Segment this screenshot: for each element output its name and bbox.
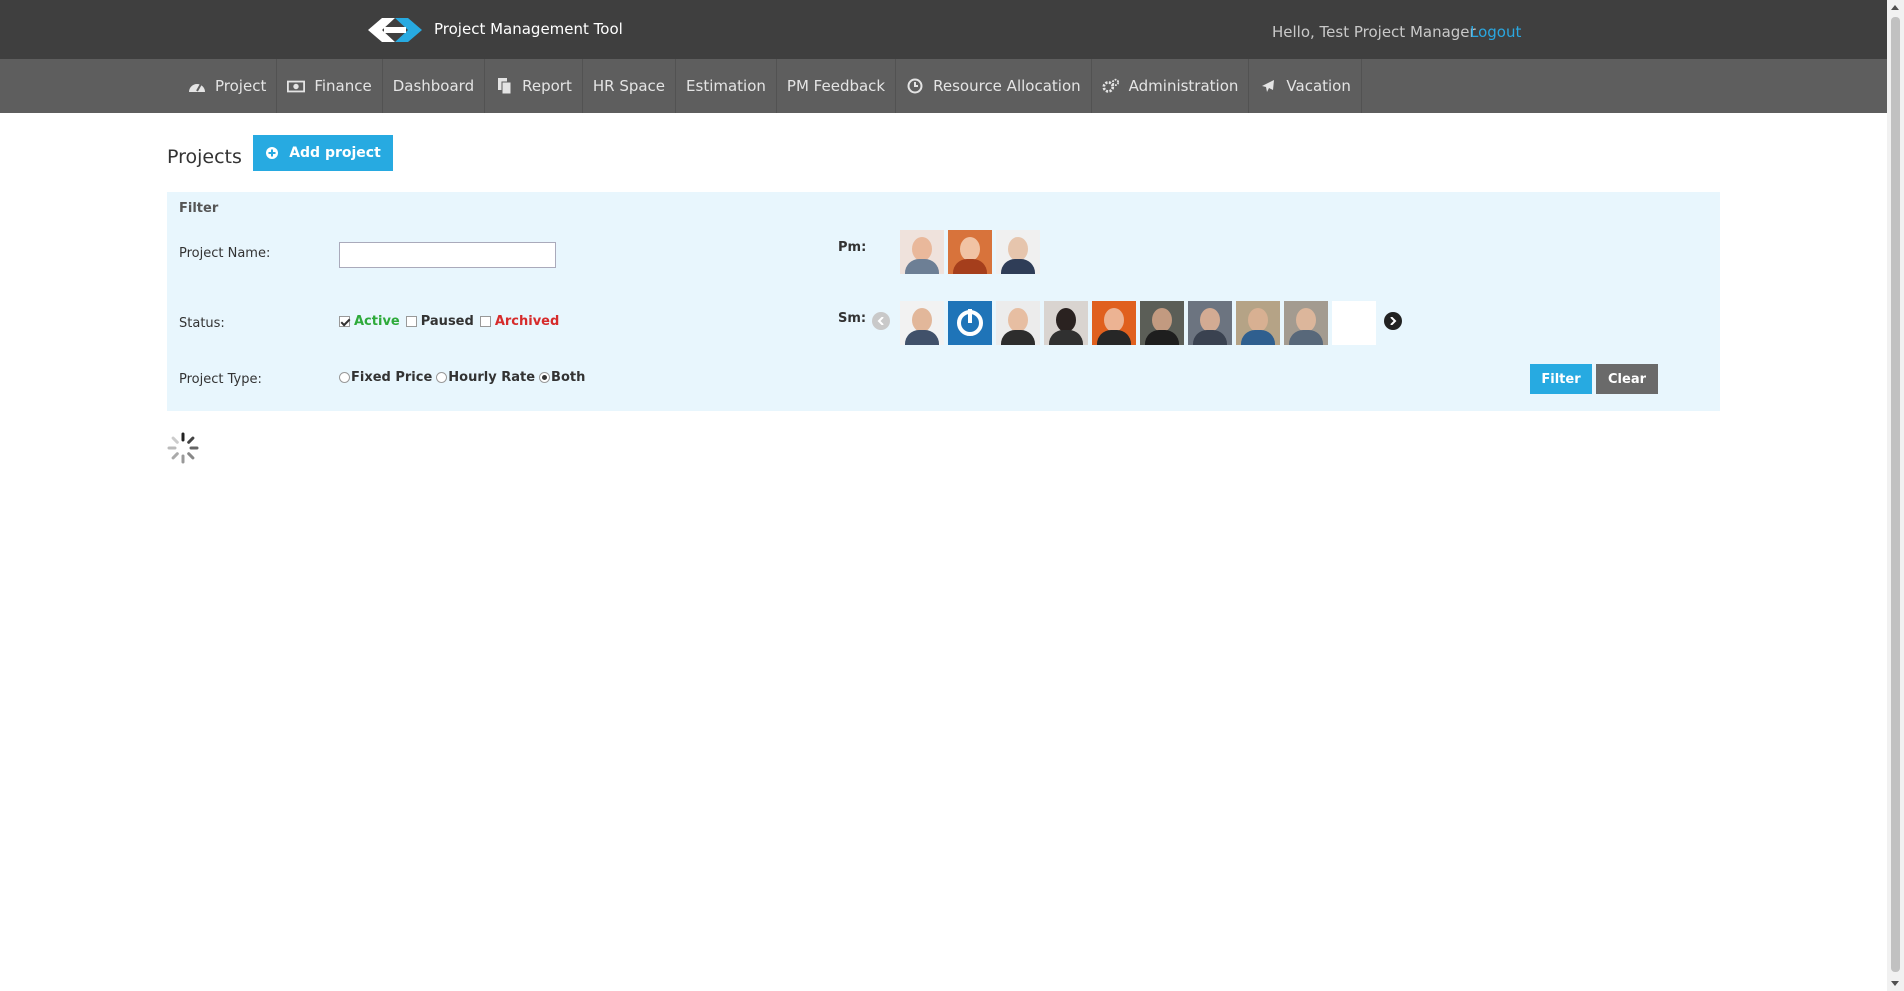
nav-dashboard-label: Dashboard bbox=[392, 77, 475, 95]
nav-administration-label: Administration bbox=[1128, 77, 1239, 95]
nav-administration[interactable]: Administration bbox=[1092, 59, 1250, 113]
nav-estimation[interactable]: Estimation bbox=[676, 59, 777, 113]
avatar[interactable] bbox=[1140, 301, 1184, 345]
avatar[interactable] bbox=[1332, 301, 1376, 345]
logout-link[interactable]: Logout bbox=[1470, 23, 1521, 41]
loading-spinner-icon bbox=[167, 432, 199, 464]
nav-resource-allocation[interactable]: Resource Allocation bbox=[896, 59, 1092, 113]
pm-avatar-list bbox=[900, 230, 1044, 274]
scroll-up-icon[interactable] bbox=[1891, 5, 1899, 10]
scroll-down-icon[interactable] bbox=[1891, 981, 1899, 986]
type-fixed-price-label[interactable]: Fixed Price bbox=[351, 370, 432, 385]
nav-hr-space[interactable]: HR Space bbox=[583, 59, 677, 113]
pm-label: Pm: bbox=[838, 240, 867, 255]
sm-next-arrow-icon[interactable] bbox=[1384, 312, 1402, 330]
project-name-input[interactable] bbox=[339, 242, 556, 268]
project-type-label: Project Type: bbox=[179, 372, 262, 387]
nav-resource-allocation-label: Resource Allocation bbox=[933, 77, 1081, 95]
page-title: Projects bbox=[167, 146, 242, 168]
status-options: Active Paused Archived bbox=[339, 314, 559, 329]
avatar[interactable] bbox=[1236, 301, 1280, 345]
vertical-scrollbar[interactable] bbox=[1887, 0, 1904, 991]
avatar[interactable] bbox=[948, 230, 992, 274]
avatar[interactable] bbox=[996, 230, 1040, 274]
nav-report-label: Report bbox=[522, 77, 572, 95]
filter-title: Filter bbox=[179, 201, 219, 216]
avatar[interactable] bbox=[1044, 301, 1088, 345]
avatar[interactable] bbox=[900, 230, 944, 274]
scroll-thumb[interactable] bbox=[1891, 17, 1900, 972]
status-active-label[interactable]: Active bbox=[354, 314, 400, 329]
status-paused-label[interactable]: Paused bbox=[421, 314, 474, 329]
project-name-label: Project Name: bbox=[179, 246, 271, 261]
avatar[interactable] bbox=[900, 301, 944, 345]
nav-pm-feedback-label: PM Feedback bbox=[786, 77, 886, 95]
nav-project-label: Project bbox=[215, 77, 267, 95]
nav-hr-space-label: HR Space bbox=[592, 77, 666, 95]
avatar[interactable] bbox=[948, 301, 992, 345]
avatar[interactable] bbox=[1188, 301, 1232, 345]
money-icon bbox=[287, 77, 306, 95]
nav-vacation[interactable]: Vacation bbox=[1249, 59, 1362, 113]
nav-project[interactable]: Project bbox=[178, 59, 278, 113]
status-active-checkbox[interactable] bbox=[339, 316, 350, 327]
app-logo-icon[interactable] bbox=[368, 15, 422, 45]
nav-estimation-label: Estimation bbox=[686, 77, 766, 95]
user-greeting: Hello, Test Project Manager bbox=[1272, 23, 1476, 41]
nav-finance-label: Finance bbox=[314, 77, 372, 95]
nav-pm-feedback[interactable]: PM Feedback bbox=[777, 59, 897, 113]
status-label: Status: bbox=[179, 316, 225, 331]
type-both-label[interactable]: Both bbox=[551, 370, 585, 385]
avatar[interactable] bbox=[996, 301, 1040, 345]
nav-report[interactable]: Report bbox=[485, 59, 583, 113]
status-archived-label[interactable]: Archived bbox=[495, 314, 560, 329]
project-type-options: Fixed Price Hourly Rate Both bbox=[339, 370, 585, 385]
nav-dashboard[interactable]: Dashboard bbox=[383, 59, 486, 113]
type-hourly-rate-label[interactable]: Hourly Rate bbox=[448, 370, 535, 385]
status-archived-checkbox[interactable] bbox=[479, 316, 491, 327]
top-bar: Project Management Tool Hello, Test Proj… bbox=[0, 0, 1887, 59]
app-title: Project Management Tool bbox=[434, 20, 623, 38]
add-project-button[interactable]: Add project bbox=[253, 135, 393, 171]
document-icon bbox=[495, 77, 513, 95]
sm-avatar-list bbox=[900, 301, 1380, 345]
avatar[interactable] bbox=[1284, 301, 1328, 345]
type-fixed-price-radio[interactable] bbox=[339, 372, 350, 383]
plus-circle-icon bbox=[266, 147, 279, 159]
plane-icon bbox=[1259, 77, 1277, 95]
dashboard-icon bbox=[188, 77, 206, 95]
clock-icon bbox=[906, 77, 924, 95]
type-both-radio[interactable] bbox=[539, 372, 551, 383]
nav-finance[interactable]: Finance bbox=[277, 59, 383, 113]
sm-label: Sm: bbox=[838, 311, 867, 326]
filter-panel: Filter Project Name: Status: Active Paus… bbox=[167, 192, 1720, 411]
nav-vacation-label: Vacation bbox=[1286, 77, 1351, 95]
add-project-label: Add project bbox=[289, 145, 381, 161]
filter-button[interactable]: Filter bbox=[1530, 364, 1592, 394]
gears-icon bbox=[1102, 77, 1120, 95]
clear-button[interactable]: Clear bbox=[1596, 364, 1658, 394]
status-paused-checkbox[interactable] bbox=[405, 316, 417, 327]
sm-prev-arrow-icon[interactable] bbox=[872, 312, 890, 330]
main-nav: Project Finance Dashboard Report HR Spac… bbox=[0, 59, 1887, 113]
avatar[interactable] bbox=[1092, 301, 1136, 345]
type-hourly-rate-radio[interactable] bbox=[436, 372, 448, 383]
